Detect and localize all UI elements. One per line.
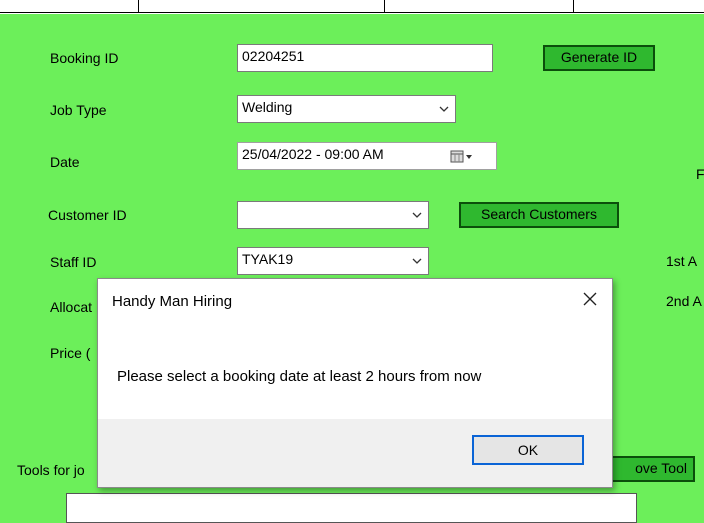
search-customers-button[interactable]: Search Customers (459, 202, 619, 228)
staff-id-select[interactable]: TYAK19 (237, 247, 429, 275)
calendar-icon[interactable] (450, 150, 476, 164)
booking-id-label: Booking ID (50, 50, 119, 66)
staff-id-label: Staff ID (50, 254, 97, 270)
message-dialog: Handy Man Hiring Please select a booking… (97, 278, 613, 488)
close-icon[interactable] (580, 289, 600, 309)
ok-button[interactable]: OK (472, 435, 584, 465)
customer-id-label: Customer ID (48, 207, 127, 223)
grid-cell (0, 0, 139, 13)
grid-cell (573, 0, 704, 13)
grid-cell (138, 0, 385, 13)
top-grid-strip (0, 0, 704, 14)
grid-cell (384, 0, 574, 13)
tools-list[interactable] (66, 493, 637, 523)
booking-id-input[interactable]: 02204251 (237, 44, 493, 72)
chevron-down-icon (412, 212, 422, 218)
tools-for-job-label: Tools for jo (17, 462, 85, 478)
customer-id-select[interactable] (237, 201, 429, 229)
allocated-label: Allocat (50, 299, 93, 315)
second-allocation-label: 2nd A (666, 293, 702, 309)
job-type-select[interactable]: Welding (237, 95, 456, 123)
dialog-footer: OK (98, 419, 612, 487)
job-type-label: Job Type (50, 102, 107, 118)
first-allocation-label: 1st A (666, 253, 698, 269)
job-type-value: Welding (242, 99, 293, 115)
dialog-message: Please select a booking date at least 2 … (117, 368, 482, 385)
chevron-down-icon (412, 258, 422, 264)
generate-id-button[interactable]: Generate ID (543, 45, 655, 71)
date-value: 25/04/2022 - 09:00 AM (242, 146, 384, 162)
date-label: Date (50, 154, 80, 170)
price-label: Price ( (50, 345, 91, 361)
dialog-title: Handy Man Hiring (112, 293, 233, 310)
date-picker[interactable]: 25/04/2022 - 09:00 AM (237, 142, 497, 170)
staff-id-value: TYAK19 (242, 251, 294, 267)
right-partial-label: F (696, 166, 704, 182)
chevron-down-icon (439, 106, 449, 112)
